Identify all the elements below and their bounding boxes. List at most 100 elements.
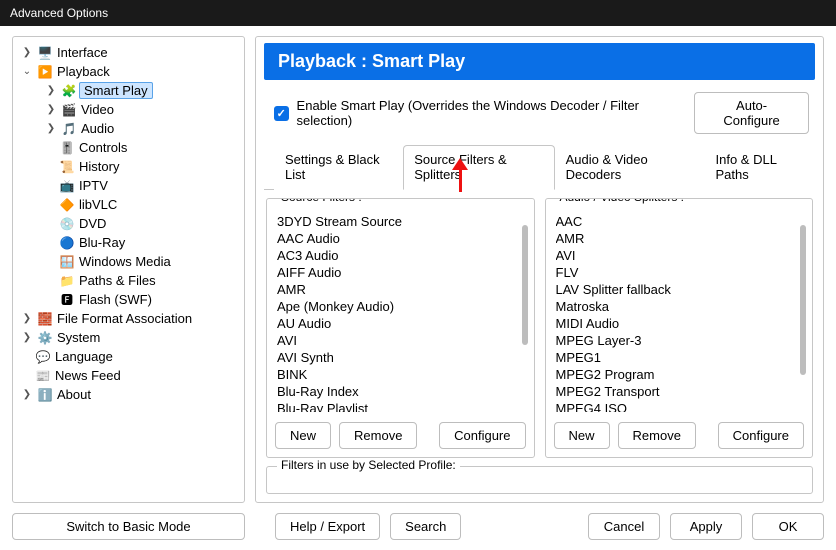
list-item[interactable]: MPEG Layer-3 (556, 332, 807, 349)
tab-decoders[interactable]: Audio & Video Decoders (555, 145, 705, 190)
auto-configure-button[interactable]: Auto-Configure (694, 92, 809, 134)
bluray-icon: 🔵 (59, 235, 75, 251)
list-item[interactable]: AVI Synth (277, 349, 528, 366)
window-titlebar: Advanced Options (0, 0, 836, 26)
tree-item-newsfeed[interactable]: 📰 News Feed (17, 366, 240, 385)
audio-icon: 🎵 (61, 121, 77, 137)
rss-icon: 📰 (35, 368, 51, 384)
smart-play-icon: 🧩 (61, 83, 77, 99)
help-export-button[interactable]: Help / Export (275, 513, 380, 540)
list-item[interactable]: MPEG4 ISO (556, 400, 807, 412)
chevron-right-icon: ❯ (45, 123, 57, 134)
tree-item-dvd[interactable]: 💿 DVD (17, 214, 240, 233)
tab-source-filters[interactable]: Source Filters & Splitters (403, 145, 554, 190)
list-item[interactable]: Blu-Ray Index (277, 383, 528, 400)
source-remove-button[interactable]: Remove (339, 422, 417, 449)
gear-icon: ⚙️ (37, 330, 53, 346)
tree-item-paths[interactable]: 📁 Paths & Files (17, 271, 240, 290)
splitter-remove-button[interactable]: Remove (618, 422, 696, 449)
tree-item-playback[interactable]: ⌄ ▶️ Playback (17, 62, 240, 81)
language-icon: 💬 (35, 349, 51, 365)
source-filters-group: Source Filters : 3DYD Stream SourceAAC A… (266, 198, 535, 458)
flash-icon: 🅵 (59, 292, 75, 308)
list-item[interactable]: AMR (277, 281, 528, 298)
tab-settings[interactable]: Settings & Black List (274, 145, 403, 190)
list-item[interactable]: FLV (556, 264, 807, 281)
splitter-configure-button[interactable]: Configure (718, 422, 804, 449)
tree-item-libvlc[interactable]: 🔶 libVLC (17, 195, 240, 214)
winmedia-icon: 🪟 (59, 254, 75, 270)
list-item[interactable]: AU Audio (277, 315, 528, 332)
list-item[interactable]: AMR (556, 230, 807, 247)
enable-smart-play-label: Enable Smart Play (Overrides the Windows… (297, 98, 687, 128)
splitters-group: Audio / Video Splitters : AACAMRAVIFLVLA… (545, 198, 814, 458)
switch-mode-button[interactable]: Switch to Basic Mode (12, 513, 245, 540)
list-item[interactable]: Blu-Ray Playlist (277, 400, 528, 412)
profile-filters-group: Filters in use by Selected Profile: (266, 466, 813, 494)
vlc-icon: 🔶 (59, 197, 75, 213)
list-item[interactable]: 3DYD Stream Source (277, 213, 528, 230)
scrollbar-thumb[interactable] (800, 225, 806, 375)
list-item[interactable]: MIDI Audio (556, 315, 807, 332)
tree-item-iptv[interactable]: 📺 IPTV (17, 176, 240, 195)
list-item[interactable]: AIFF Audio (277, 264, 528, 281)
chevron-right-icon: ❯ (21, 332, 33, 343)
list-item[interactable]: LAV Splitter fallback (556, 281, 807, 298)
tree-item-winmedia[interactable]: 🪟 Windows Media (17, 252, 240, 271)
chevron-right-icon: ❯ (21, 389, 33, 400)
tree-item-system[interactable]: ❯ ⚙️ System (17, 328, 240, 347)
iptv-icon: 📺 (59, 178, 75, 194)
tree-item-video[interactable]: ❯ 🎬 Video (17, 100, 240, 119)
tree-item-audio[interactable]: ❯ 🎵 Audio (17, 119, 240, 138)
search-button[interactable]: Search (390, 513, 461, 540)
dvd-icon: 💿 (59, 216, 75, 232)
list-item[interactable]: AVI (556, 247, 807, 264)
controls-icon: 🎚️ (59, 140, 75, 156)
list-item[interactable]: AAC (556, 213, 807, 230)
tree-item-flash[interactable]: 🅵 Flash (SWF) (17, 290, 240, 309)
splitter-new-button[interactable]: New (554, 422, 610, 449)
list-item[interactable]: AC3 Audio (277, 247, 528, 264)
playback-icon: ▶️ (37, 64, 53, 80)
dialog-buttons: Switch to Basic Mode Help / Export Searc… (12, 503, 824, 540)
list-item[interactable]: MPEG2 Transport (556, 383, 807, 400)
tree-item-controls[interactable]: 🎚️ Controls (17, 138, 240, 157)
chevron-right-icon: ❯ (21, 313, 33, 324)
chevron-right-icon: ❯ (21, 47, 33, 58)
source-filters-title: Source Filters : (277, 198, 366, 204)
window-title: Advanced Options (10, 6, 108, 20)
cancel-button[interactable]: Cancel (588, 513, 660, 540)
list-item[interactable]: AVI (277, 332, 528, 349)
tree-item-history[interactable]: 📜 History (17, 157, 240, 176)
list-item[interactable]: BINK (277, 366, 528, 383)
list-item[interactable]: Matroska (556, 298, 807, 315)
chevron-right-icon: ❯ (45, 104, 57, 115)
list-item[interactable]: Ape (Monkey Audio) (277, 298, 528, 315)
list-item[interactable]: AAC Audio (277, 230, 528, 247)
chevron-right-icon: ❯ (45, 85, 57, 96)
splitters-title: Audio / Video Splitters : (556, 198, 689, 204)
enable-smart-play-checkbox[interactable]: ✓ (274, 106, 289, 121)
list-item[interactable]: MPEG2 Program (556, 366, 807, 383)
tree-item-bluray[interactable]: 🔵 Blu-Ray (17, 233, 240, 252)
tree-item-smart-play[interactable]: ❯ 🧩 Smart Play (17, 81, 240, 100)
scrollbar-thumb[interactable] (522, 225, 528, 345)
tree-item-language[interactable]: 💬 Language (17, 347, 240, 366)
tree-item-about[interactable]: ❯ ℹ️ About (17, 385, 240, 404)
info-icon: ℹ️ (37, 387, 53, 403)
folder-icon: 📁 (59, 273, 75, 289)
tree-item-ffa[interactable]: ❯ 🧱 File Format Association (17, 309, 240, 328)
list-item[interactable]: MPEG1 (556, 349, 807, 366)
source-filters-list[interactable]: 3DYD Stream SourceAAC AudioAC3 AudioAIFF… (277, 213, 528, 412)
tree-item-interface[interactable]: ❯ 🖥️ Interface (17, 43, 240, 62)
tab-info[interactable]: Info & DLL Paths (705, 145, 815, 190)
apply-button[interactable]: Apply (670, 513, 742, 540)
source-new-button[interactable]: New (275, 422, 331, 449)
page-panel: Playback : Smart Play ✓ Enable Smart Pla… (255, 36, 824, 503)
profile-filters-label: Filters in use by Selected Profile: (277, 458, 460, 472)
nav-tree[interactable]: ❯ 🖥️ Interface ⌄ ▶️ Playback ❯ 🧩 Smart P… (12, 36, 245, 503)
splitters-list[interactable]: AACAMRAVIFLVLAV Splitter fallbackMatrosk… (556, 213, 807, 412)
ok-button[interactable]: OK (752, 513, 824, 540)
interface-icon: 🖥️ (37, 45, 53, 61)
source-configure-button[interactable]: Configure (439, 422, 525, 449)
